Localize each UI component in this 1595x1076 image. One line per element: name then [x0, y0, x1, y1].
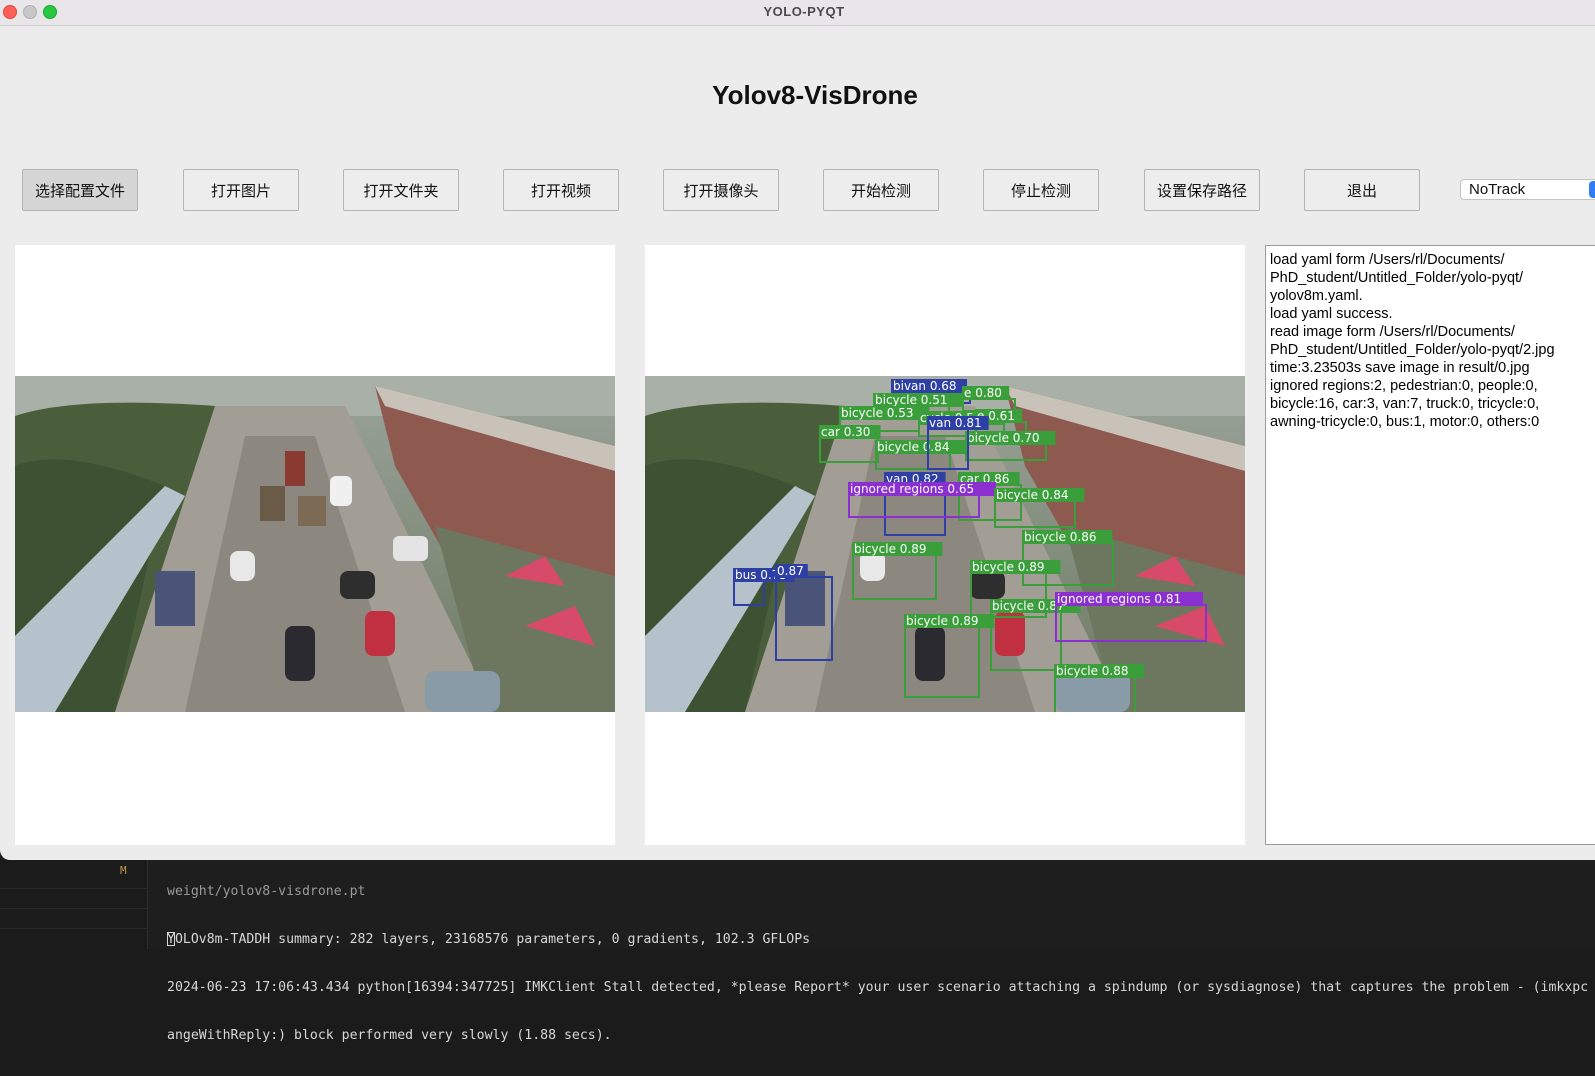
app-heading: Yolov8-VisDrone [712, 80, 918, 110]
app-window: YOLO-PYQT Yolov8-VisDrone 选择配置文件 打开图片 打开… [0, 0, 1595, 860]
terminal-line: weight/yolov8-visdrone.pt [167, 884, 366, 899]
gutter-divider [0, 908, 147, 909]
result-image-panel: bivan 0.68 bicycle 0.51 e 0.80 bicycle 0.53… [645, 245, 1245, 845]
detection-label: bicycle 0.86 [1024, 530, 1097, 544]
detection-label: bicycle 0.89 [972, 560, 1045, 574]
open-video-button[interactable]: 打开视频 [503, 169, 619, 211]
terminal-line: YOLOv8m-TADDH summary: 282 layers, 23168… [167, 932, 811, 947]
title-bar: YOLO-PYQT [0, 0, 1595, 26]
window-title: YOLO-PYQT [763, 4, 845, 19]
detection-label: 0.87 [777, 564, 804, 578]
aerial-street-photo [15, 376, 615, 712]
terminal-line: angeWithReply:) block performed very slo… [167, 1028, 612, 1043]
detection-label: bicycle 0.70 [967, 431, 1040, 445]
open-folder-button[interactable]: 打开文件夹 [343, 169, 459, 211]
detection-label: e 0.80 [964, 386, 1002, 400]
terminal-gutter: M [0, 860, 148, 949]
detection-label: bicycle 0.51 [875, 393, 948, 407]
detection-label: bicycle 0.84 [996, 488, 1069, 502]
exit-button[interactable]: 退出 [1304, 169, 1420, 211]
open-image-button[interactable]: 打开图片 [183, 169, 299, 211]
stop-detection-button[interactable]: 停止检测 [983, 169, 1099, 211]
track-mode-value: NoTrack [1469, 181, 1526, 198]
result-image: bivan 0.68 bicycle 0.51 e 0.80 bicycle 0.53… [645, 376, 1245, 712]
terminal-panel: M weight/yolov8-visdrone.pt YOLOv8m-TADD… [0, 860, 1595, 1043]
original-image-panel [15, 245, 615, 845]
set-save-path-button[interactable]: 设置保存路径 [1144, 169, 1260, 211]
detection-label: bicycle 0.88 [1056, 664, 1129, 678]
select-config-button[interactable]: 选择配置文件 [22, 169, 138, 211]
start-detection-button[interactable]: 开始检测 [823, 169, 939, 211]
track-mode-select[interactable]: NoTrack ▴▾ [1460, 179, 1595, 200]
detection-label: ignored regions 0.65 [850, 482, 974, 496]
detection-label: ignored regions 0.81 [1057, 592, 1181, 606]
open-camera-button[interactable]: 打开摄像头 [663, 169, 779, 211]
terminal-line: 2024-06-23 17:06:43.434 python[16394:347… [167, 980, 1589, 995]
detection-label: bicycle 0.89 [854, 542, 927, 556]
gutter-divider [0, 888, 147, 889]
gutter-divider [0, 928, 147, 929]
log-output: load yaml form /Users/rl/Documents/ PhD_… [1265, 245, 1595, 845]
detection-label: bicycle 0.87 [992, 599, 1065, 613]
detection-label: bicycle 0.84 [877, 440, 950, 454]
terminal-cursor[interactable] [167, 932, 175, 946]
original-image [15, 376, 615, 712]
detection-label: bivan 0.68 [893, 379, 957, 393]
terminal-output: weight/yolov8-visdrone.pt YOLOv8m-TADDH … [167, 852, 1588, 1076]
detection-result-photo: bivan 0.68bicycle 0.51 e 0.80 bicycle 0.53… [645, 376, 1245, 712]
git-modified-marker: M [120, 864, 127, 877]
chevron-updown-icon: ▴▾ [1589, 181, 1595, 198]
detection-label: bicycle 0.53 [841, 406, 914, 420]
detection-label: bicycle 0.89 [906, 614, 979, 628]
detection-label: car 0.30 [821, 425, 870, 439]
detection-label: van 0.81 [929, 416, 982, 430]
